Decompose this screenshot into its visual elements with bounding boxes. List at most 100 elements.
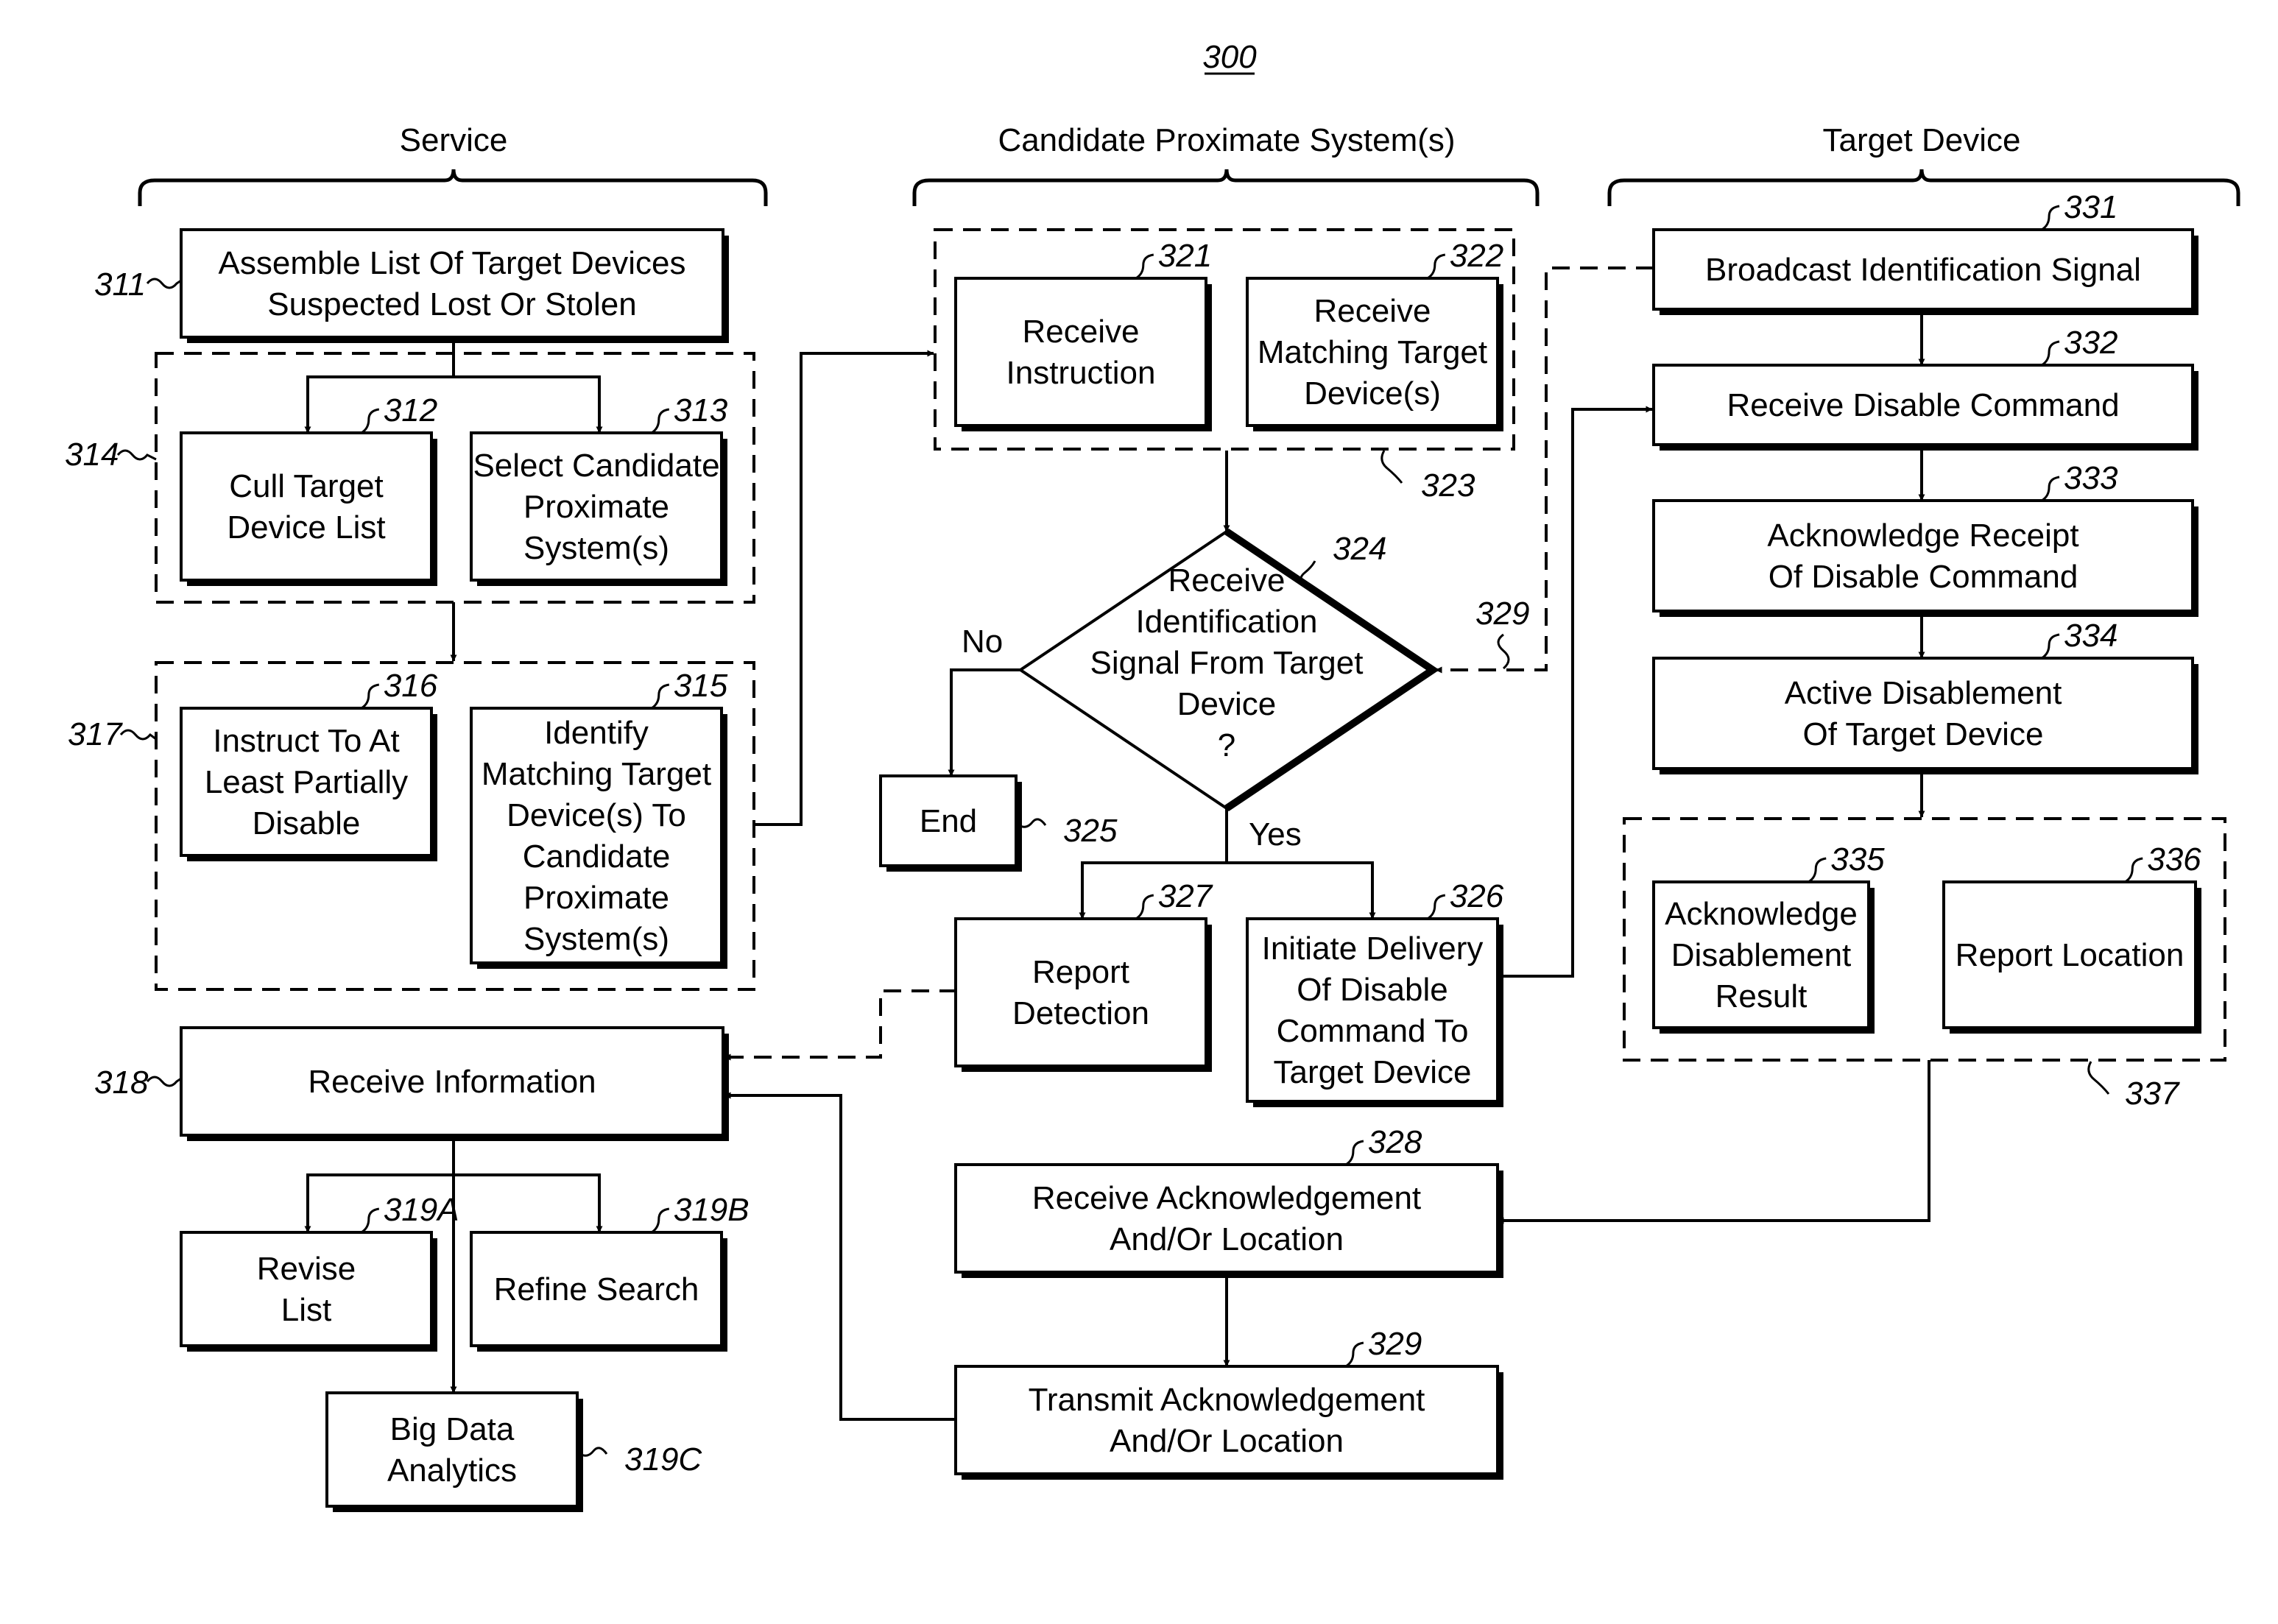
node-text-line: Signal From Target [1090,645,1364,681]
process-box-319C: Big Data Analytics 319C [325,1391,702,1512]
ref-leader [2041,633,2060,660]
node-text-line: Select Candidate [473,448,719,484]
process-box-327: Report Detection 327 [954,878,1213,1072]
node-text-line: Device(s) To [507,797,686,833]
ref-331: 331 [2064,189,2117,225]
svg-text:Target Device: Target Device [1822,122,2020,158]
node-text-line: Of Disable Command [1769,559,2078,595]
ref-leader [146,278,182,289]
svg-text:337: 337 [2125,1076,2180,1112]
ref-319C: 319C [624,1441,702,1478]
process-box-318: Receive Information 318 [94,1026,729,1141]
ref-321: 321 [1158,238,1212,274]
node-text-line: System(s) [523,921,669,957]
node-text-line: Of Disable [1297,972,1447,1008]
ref-leader [1345,1341,1364,1368]
ref-leader [1426,253,1446,280]
node-text-line: Proximate [523,880,669,916]
svg-text:Candidate Proximate System(s): Candidate Proximate System(s) [998,122,1455,158]
process-box-331: Broadcast Identification Signal 331 [1652,189,2198,315]
ref-329-edge: 329 [1475,596,1529,670]
process-box-311: Assemble List Of Target Devices Suspected… [94,228,729,343]
process-box-319B: Refine Search 319B [470,1192,750,1352]
ref-337: 337 [2087,1061,2180,1112]
decision-yes-label: Yes [1249,816,1302,852]
node-text-line: Suspected Lost Or Stolen [267,286,636,322]
node-text-line: Receive Acknowledgement [1032,1180,1421,1216]
ref-leader [1135,253,1154,280]
node-text-line: List [281,1292,331,1328]
node-text-line: Receive Disable Command [1727,387,2119,423]
node-text-line: Instruction [1006,355,1156,391]
node-text-line: Receive [1023,314,1140,350]
process-box-322: Receive Matching Target Device(s) 322 [1246,238,1503,431]
node-text-line: Least Partially [205,764,408,800]
process-box-326: Initiate Delivery Of Disable Command To Tar… [1246,878,1504,1107]
ref-leader [2041,340,2060,367]
ref-323: 323 [1380,450,1475,504]
node-text-line: Device(s) [1304,375,1441,412]
ref-319B: 319B [674,1192,750,1228]
node-text-line: Acknowledge Receipt [1767,518,2078,554]
process-box-315: Identify Matching Target Device(s) To Candi… [470,668,728,969]
ref-leader [650,1207,670,1234]
node-text-line: Acknowledge [1665,896,1858,932]
process-box-312: Cull Target Device List 312 [180,392,437,586]
svg-text:300: 300 [1202,39,1257,75]
node-text-line: Active Disablement [1785,675,2062,711]
node-text-line: Proximate [523,489,669,525]
ref-325: 325 [1063,813,1118,849]
ref-leader [1808,857,1827,883]
node-text-line: ? [1218,727,1235,763]
svg-text:317: 317 [68,716,123,752]
node-text-line: And/Or Location [1110,1423,1344,1459]
node-text-line: Receive [1314,293,1431,329]
ref-leader [360,408,380,434]
node-text-line: Cull Target [229,468,384,504]
node-text-line: Broadcast Identification Signal [1705,252,2141,288]
ref-leader [1018,818,1047,828]
ref-leader [360,1207,380,1234]
ref-326: 326 [1450,878,1504,914]
ref-leader [650,683,670,710]
ref-leader [2041,205,2060,231]
ref-336: 336 [2147,841,2201,878]
process-box-316: Instruct To At Least Partially Disable 316 [180,668,438,861]
ref-leader [360,683,380,710]
node-text-line: Matching Target [482,756,711,792]
node-text-line: Transmit Acknowledgement [1029,1382,1425,1418]
ref-leader [1426,894,1446,920]
box-frame [325,1391,579,1508]
ref-335: 335 [1830,841,1885,878]
box-frame [180,431,433,582]
node-text-line: Disable [253,805,361,841]
decision-324: Receive Identification Signal From Target D… [1018,528,1439,812]
node-text-line: Matching Target [1258,334,1487,370]
ref-311: 311 [94,266,146,303]
ref-leader [2041,476,2060,502]
process-box-325: End 325 [879,774,1118,872]
node-text-line: Assemble List Of Target Devices [219,245,686,281]
ref-leader [146,1076,182,1087]
lane-candidate-proximate-systems: Candidate Proximate System(s) [912,122,1540,206]
box-frame [954,917,1207,1067]
ref-317: 317 [68,716,157,752]
node-text-line: Disablement [1671,937,1852,973]
ref-leader [1135,894,1154,920]
ref-316: 316 [384,668,438,704]
process-box-328: Receive Acknowledgement And/Or Location 32… [954,1124,1503,1278]
svg-text:329: 329 [1475,596,1529,632]
node-text-line: Instruct To At [213,723,400,759]
node-text-line: And/Or Location [1110,1221,1344,1257]
node-text-line: Candidate [523,839,671,875]
node-text-line: Report [1032,954,1129,990]
svg-text:324: 324 [1333,531,1386,567]
process-box-335: Acknowledge Disablement Result 335 [1652,841,1885,1034]
ref-332: 332 [2064,325,2117,361]
node-text-line: Of Target Device [1803,716,2044,752]
node-text-line: Receive Information [308,1064,596,1100]
ref-leader [2124,857,2143,883]
ref-314: 314 [65,437,157,473]
ref-333: 333 [2064,460,2118,496]
process-box-319A: Revise List 319A [180,1192,459,1352]
